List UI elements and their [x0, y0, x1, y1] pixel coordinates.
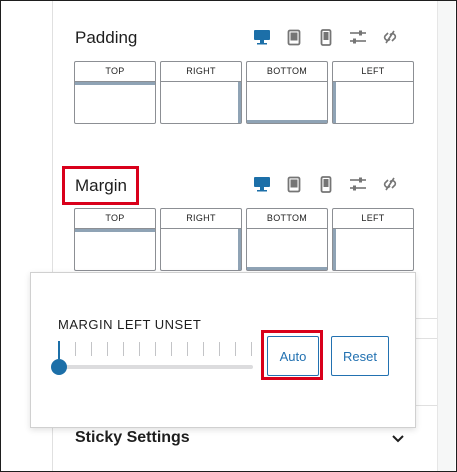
- slider-tick: [251, 342, 252, 356]
- mobile-icon[interactable]: [316, 174, 336, 194]
- margin-right-label: RIGHT: [161, 209, 241, 229]
- desktop-icon[interactable]: [252, 27, 272, 47]
- padding-right-label: RIGHT: [161, 62, 241, 82]
- padding-top-label: TOP: [75, 62, 155, 82]
- padding-bottom-field[interactable]: BOTTOM: [246, 61, 328, 124]
- margin-device-icons: [252, 174, 400, 194]
- slider-tick: [75, 342, 76, 356]
- slider-tick: [235, 342, 236, 356]
- padding-left-label: LEFT: [333, 62, 413, 82]
- slider-tick: [171, 342, 172, 356]
- margin-right-input[interactable]: [161, 229, 241, 270]
- margin-title-highlight: [62, 166, 139, 205]
- reset-button[interactable]: Reset: [331, 336, 389, 376]
- popover-title: MARGIN LEFT UNSET: [58, 317, 202, 332]
- margin-right-field[interactable]: RIGHT: [160, 208, 242, 271]
- padding-right-field[interactable]: RIGHT: [160, 61, 242, 124]
- slider-tick: [91, 342, 92, 356]
- slider-thumb-line: [58, 341, 60, 359]
- unlink-icon[interactable]: [380, 27, 400, 47]
- padding-top-field[interactable]: TOP: [74, 61, 156, 124]
- padding-left-field[interactable]: LEFT: [332, 61, 414, 124]
- margin-left-popover: MARGIN LEFT UNSET Auto Reset: [30, 272, 416, 428]
- slider-tick: [219, 342, 220, 356]
- margin-left-label: LEFT: [333, 209, 413, 229]
- slider-thumb[interactable]: [51, 359, 67, 375]
- margin-top-input[interactable]: [75, 229, 155, 270]
- slider-track[interactable]: [59, 365, 253, 369]
- slider-tick: [187, 342, 188, 356]
- slider-tick: [123, 342, 124, 356]
- margin-inputs: TOP RIGHT BOTTOM LEFT: [74, 208, 414, 271]
- margin-left-input[interactable]: [333, 229, 413, 270]
- margin-top-label: TOP: [75, 209, 155, 229]
- sliders-icon[interactable]: [348, 27, 368, 47]
- scrollbar-track[interactable]: [437, 1, 455, 471]
- margin-bottom-label: BOTTOM: [247, 209, 327, 229]
- auto-button-highlight: [261, 330, 323, 380]
- slider-tick: [203, 342, 204, 356]
- margin-bottom-input[interactable]: [247, 229, 327, 270]
- margin-left-field[interactable]: LEFT: [332, 208, 414, 271]
- slider-tick: [139, 342, 140, 356]
- unlink-icon[interactable]: [380, 174, 400, 194]
- margin-bottom-field[interactable]: BOTTOM: [246, 208, 328, 271]
- sliders-icon[interactable]: [348, 174, 368, 194]
- sticky-settings-title[interactable]: Sticky Settings: [75, 429, 190, 447]
- padding-bottom-input[interactable]: [247, 82, 327, 123]
- padding-left-input[interactable]: [333, 82, 413, 123]
- padding-title: Padding: [75, 28, 138, 47]
- desktop-icon[interactable]: [252, 174, 272, 194]
- mobile-icon[interactable]: [316, 27, 336, 47]
- slider-tick: [155, 342, 156, 356]
- chevron-down-icon[interactable]: [390, 431, 406, 447]
- padding-right-input[interactable]: [161, 82, 241, 123]
- tablet-icon[interactable]: [284, 27, 304, 47]
- slider-ticks: [59, 342, 253, 356]
- padding-device-icons: [252, 27, 400, 47]
- margin-top-field[interactable]: TOP: [74, 208, 156, 271]
- slider-tick: [107, 342, 108, 356]
- padding-bottom-label: BOTTOM: [247, 62, 327, 82]
- tablet-icon[interactable]: [284, 174, 304, 194]
- padding-top-input[interactable]: [75, 82, 155, 123]
- padding-inputs: TOP RIGHT BOTTOM LEFT: [74, 61, 414, 124]
